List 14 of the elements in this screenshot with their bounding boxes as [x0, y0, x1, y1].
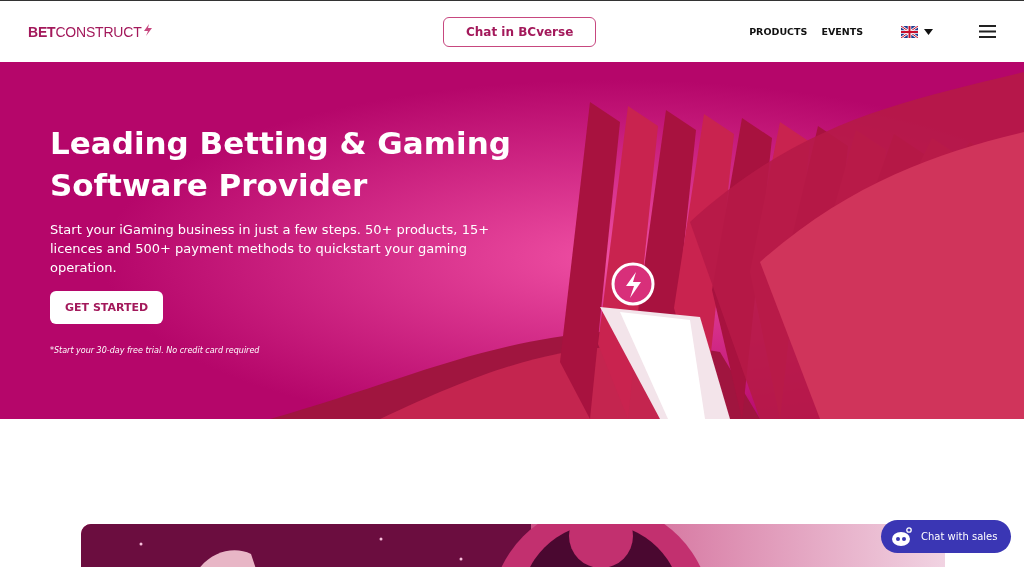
get-started-button[interactable]: GET STARTED — [50, 291, 164, 324]
hero-title: Leading Betting & Gaming Software Provider — [50, 124, 512, 205]
nav-link[interactable]: PRODUCTS — [749, 26, 808, 37]
caret-icon[interactable] — [924, 28, 933, 35]
robot-icon — [891, 526, 913, 547]
nav-link[interactable]: EVENTS — [821, 26, 863, 37]
menu-icon[interactable] — [979, 25, 996, 38]
lightning-icon — [143, 23, 152, 36]
chat-button[interactable]: Chat in BCverse — [443, 16, 597, 47]
uk-flag-icon[interactable] — [901, 25, 918, 38]
hero-subtitle: Start your iGaming business in just a few steps. 50+ products, 15+ licences and 500+ payment methods to quickstart your gaming operation. — [50, 221, 491, 277]
chat-with-sales-button[interactable]: Chat with sales — [881, 520, 1012, 553]
trial-note: *Start your 30-day free trial. No credit card required — [50, 346, 261, 355]
logo[interactable]: BETCONSTRUCT — [28, 23, 142, 40]
